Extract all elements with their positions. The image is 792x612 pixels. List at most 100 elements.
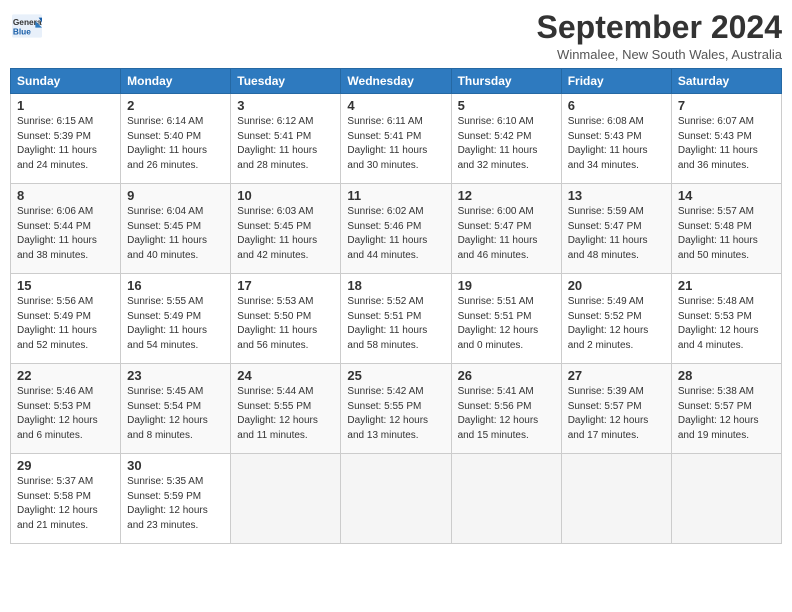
day-number: 17	[237, 278, 334, 293]
day-number: 5	[458, 98, 555, 113]
calendar-cell: 9 Sunrise: 6:04 AM Sunset: 5:45 PM Daylig…	[121, 184, 231, 274]
day-number: 16	[127, 278, 224, 293]
day-number: 15	[17, 278, 114, 293]
day-info: Sunrise: 6:07 AM Sunset: 5:43 PM Dayligh…	[678, 115, 775, 173]
calendar-cell: 15 Sunrise: 5:56 AM Sunset: 5:49 PM Dayli…	[11, 274, 121, 364]
day-info: Sunrise: 6:11 AM Sunset: 5:41 PM Dayligh…	[347, 115, 444, 173]
day-info: Sunrise: 6:00 AM Sunset: 5:47 PM Dayligh…	[458, 205, 555, 263]
day-info: Sunrise: 6:14 AM Sunset: 5:40 PM Dayligh…	[127, 115, 224, 173]
day-number: 4	[347, 98, 444, 113]
calendar-cell: 25Sunrise: 5:42 AM Sunset: 5:55 PM Dayli…	[341, 364, 451, 454]
calendar-cell	[341, 454, 451, 544]
calendar-cell: 17 Sunrise: 5:53 AM Sunset: 5:50 PM Dayli…	[231, 274, 341, 364]
day-info: Sunrise: 6:02 AM Sunset: 5:46 PM Dayligh…	[347, 205, 444, 263]
day-number: 27	[568, 368, 665, 383]
day-info: Sunrise: 5:35 AM Sunset: 5:59 PM Dayligh…	[127, 475, 224, 533]
calendar-cell: 22 Sunrise: 5:46 AM Sunset: 5:53 PM Dayli…	[11, 364, 121, 454]
day-info: Sunrise: 5:48 AM Sunset: 5:53 PM Dayligh…	[678, 295, 775, 353]
calendar-cell: 5 Sunrise: 6:10 AM Sunset: 5:42 PM Daylig…	[451, 94, 561, 184]
calendar-cell: 10 Sunrise: 6:03 AM Sunset: 5:45 PM Dayli…	[231, 184, 341, 274]
calendar-cell: 14Sunrise: 5:57 AM Sunset: 5:48 PM Dayli…	[671, 184, 781, 274]
day-info: Sunrise: 5:49 AM Sunset: 5:52 PM Dayligh…	[568, 295, 665, 353]
day-number: 24	[237, 368, 334, 383]
day-info: Sunrise: 5:55 AM Sunset: 5:49 PM Dayligh…	[127, 295, 224, 353]
calendar-cell: 19 Sunrise: 5:51 AM Sunset: 5:51 PM Dayli…	[451, 274, 561, 364]
col-header-tuesday: Tuesday	[231, 69, 341, 94]
day-number: 21	[678, 278, 775, 293]
day-info: Sunrise: 5:39 AM Sunset: 5:57 PM Dayligh…	[568, 385, 665, 443]
day-number: 6	[568, 98, 665, 113]
calendar-cell: 8Sunrise: 6:06 AM Sunset: 5:44 PM Daylig…	[11, 184, 121, 274]
day-info: Sunrise: 5:53 AM Sunset: 5:50 PM Dayligh…	[237, 295, 334, 353]
day-info: Sunrise: 5:56 AM Sunset: 5:49 PM Dayligh…	[17, 295, 114, 353]
location-subtitle: Winmalee, New South Wales, Australia	[537, 47, 782, 62]
day-info: Sunrise: 5:52 AM Sunset: 5:51 PM Dayligh…	[347, 295, 444, 353]
day-number: 22	[17, 368, 114, 383]
day-number: 18	[347, 278, 444, 293]
day-info: Sunrise: 6:06 AM Sunset: 5:44 PM Dayligh…	[17, 205, 114, 263]
calendar-week-row: 22 Sunrise: 5:46 AM Sunset: 5:53 PM Dayli…	[11, 364, 782, 454]
calendar-cell: 3 Sunrise: 6:12 AM Sunset: 5:41 PM Daylig…	[231, 94, 341, 184]
calendar-cell: 6 Sunrise: 6:08 AM Sunset: 5:43 PM Daylig…	[561, 94, 671, 184]
calendar-cell: 24 Sunrise: 5:44 AM Sunset: 5:55 PM Dayli…	[231, 364, 341, 454]
logo: General Blue	[10, 14, 42, 43]
logo-icon: General Blue	[12, 14, 42, 38]
day-info: Sunrise: 6:04 AM Sunset: 5:45 PM Dayligh…	[127, 205, 224, 263]
calendar-table: SundayMondayTuesdayWednesdayThursdayFrid…	[10, 68, 782, 544]
calendar-cell: 13Sunrise: 5:59 AM Sunset: 5:47 PM Dayli…	[561, 184, 671, 274]
day-number: 29	[17, 458, 114, 473]
day-number: 7	[678, 98, 775, 113]
day-info: Sunrise: 5:37 AM Sunset: 5:58 PM Dayligh…	[17, 475, 114, 533]
calendar-cell: 2Sunrise: 6:14 AM Sunset: 5:40 PM Daylig…	[121, 94, 231, 184]
calendar-week-row: 15 Sunrise: 5:56 AM Sunset: 5:49 PM Dayli…	[11, 274, 782, 364]
day-info: Sunrise: 5:59 AM Sunset: 5:47 PM Dayligh…	[568, 205, 665, 263]
calendar-cell: 18 Sunrise: 5:52 AM Sunset: 5:51 PM Dayli…	[341, 274, 451, 364]
col-header-sunday: Sunday	[11, 69, 121, 94]
day-number: 19	[458, 278, 555, 293]
day-info: Sunrise: 5:46 AM Sunset: 5:53 PM Dayligh…	[17, 385, 114, 443]
calendar-cell: 23 Sunrise: 5:45 AM Sunset: 5:54 PM Dayli…	[121, 364, 231, 454]
calendar-cell	[671, 454, 781, 544]
day-info: Sunrise: 6:10 AM Sunset: 5:42 PM Dayligh…	[458, 115, 555, 173]
day-number: 20	[568, 278, 665, 293]
calendar-cell: 27 Sunrise: 5:39 AM Sunset: 5:57 PM Dayli…	[561, 364, 671, 454]
calendar-week-row: 1Sunrise: 6:15 AM Sunset: 5:39 PM Daylig…	[11, 94, 782, 184]
day-number: 28	[678, 368, 775, 383]
svg-text:Blue: Blue	[13, 26, 31, 36]
calendar-cell: 4 Sunrise: 6:11 AM Sunset: 5:41 PM Daylig…	[341, 94, 451, 184]
month-title: September 2024	[537, 10, 782, 45]
calendar-cell: 28 Sunrise: 5:38 AM Sunset: 5:57 PM Dayli…	[671, 364, 781, 454]
day-number: 9	[127, 188, 224, 203]
calendar-cell	[451, 454, 561, 544]
day-info: Sunrise: 6:12 AM Sunset: 5:41 PM Dayligh…	[237, 115, 334, 173]
day-number: 3	[237, 98, 334, 113]
calendar-cell: 12Sunrise: 6:00 AM Sunset: 5:47 PM Dayli…	[451, 184, 561, 274]
day-number: 11	[347, 188, 444, 203]
calendar-cell	[231, 454, 341, 544]
day-number: 26	[458, 368, 555, 383]
day-number: 10	[237, 188, 334, 203]
day-info: Sunrise: 5:45 AM Sunset: 5:54 PM Dayligh…	[127, 385, 224, 443]
calendar-cell: 21 Sunrise: 5:48 AM Sunset: 5:53 PM Dayli…	[671, 274, 781, 364]
calendar-cell: 1Sunrise: 6:15 AM Sunset: 5:39 PM Daylig…	[11, 94, 121, 184]
day-info: Sunrise: 5:38 AM Sunset: 5:57 PM Dayligh…	[678, 385, 775, 443]
calendar-cell: 16 Sunrise: 5:55 AM Sunset: 5:49 PM Dayli…	[121, 274, 231, 364]
day-number: 23	[127, 368, 224, 383]
calendar-week-row: 29 Sunrise: 5:37 AM Sunset: 5:58 PM Dayli…	[11, 454, 782, 544]
col-header-wednesday: Wednesday	[341, 69, 451, 94]
col-header-monday: Monday	[121, 69, 231, 94]
calendar-cell: 29 Sunrise: 5:37 AM Sunset: 5:58 PM Dayli…	[11, 454, 121, 544]
day-info: Sunrise: 5:44 AM Sunset: 5:55 PM Dayligh…	[237, 385, 334, 443]
calendar-cell: 11 Sunrise: 6:02 AM Sunset: 5:46 PM Dayli…	[341, 184, 451, 274]
day-number: 30	[127, 458, 224, 473]
col-header-friday: Friday	[561, 69, 671, 94]
day-info: Sunrise: 6:15 AM Sunset: 5:39 PM Dayligh…	[17, 115, 114, 173]
calendar-cell: 7 Sunrise: 6:07 AM Sunset: 5:43 PM Daylig…	[671, 94, 781, 184]
day-info: Sunrise: 6:08 AM Sunset: 5:43 PM Dayligh…	[568, 115, 665, 173]
page-header: General Blue September 2024 Winmalee, Ne…	[10, 10, 782, 62]
day-info: Sunrise: 5:51 AM Sunset: 5:51 PM Dayligh…	[458, 295, 555, 353]
day-info: Sunrise: 5:57 AM Sunset: 5:48 PM Dayligh…	[678, 205, 775, 263]
day-info: Sunrise: 6:03 AM Sunset: 5:45 PM Dayligh…	[237, 205, 334, 263]
calendar-cell	[561, 454, 671, 544]
day-info: Sunrise: 5:41 AM Sunset: 5:56 PM Dayligh…	[458, 385, 555, 443]
